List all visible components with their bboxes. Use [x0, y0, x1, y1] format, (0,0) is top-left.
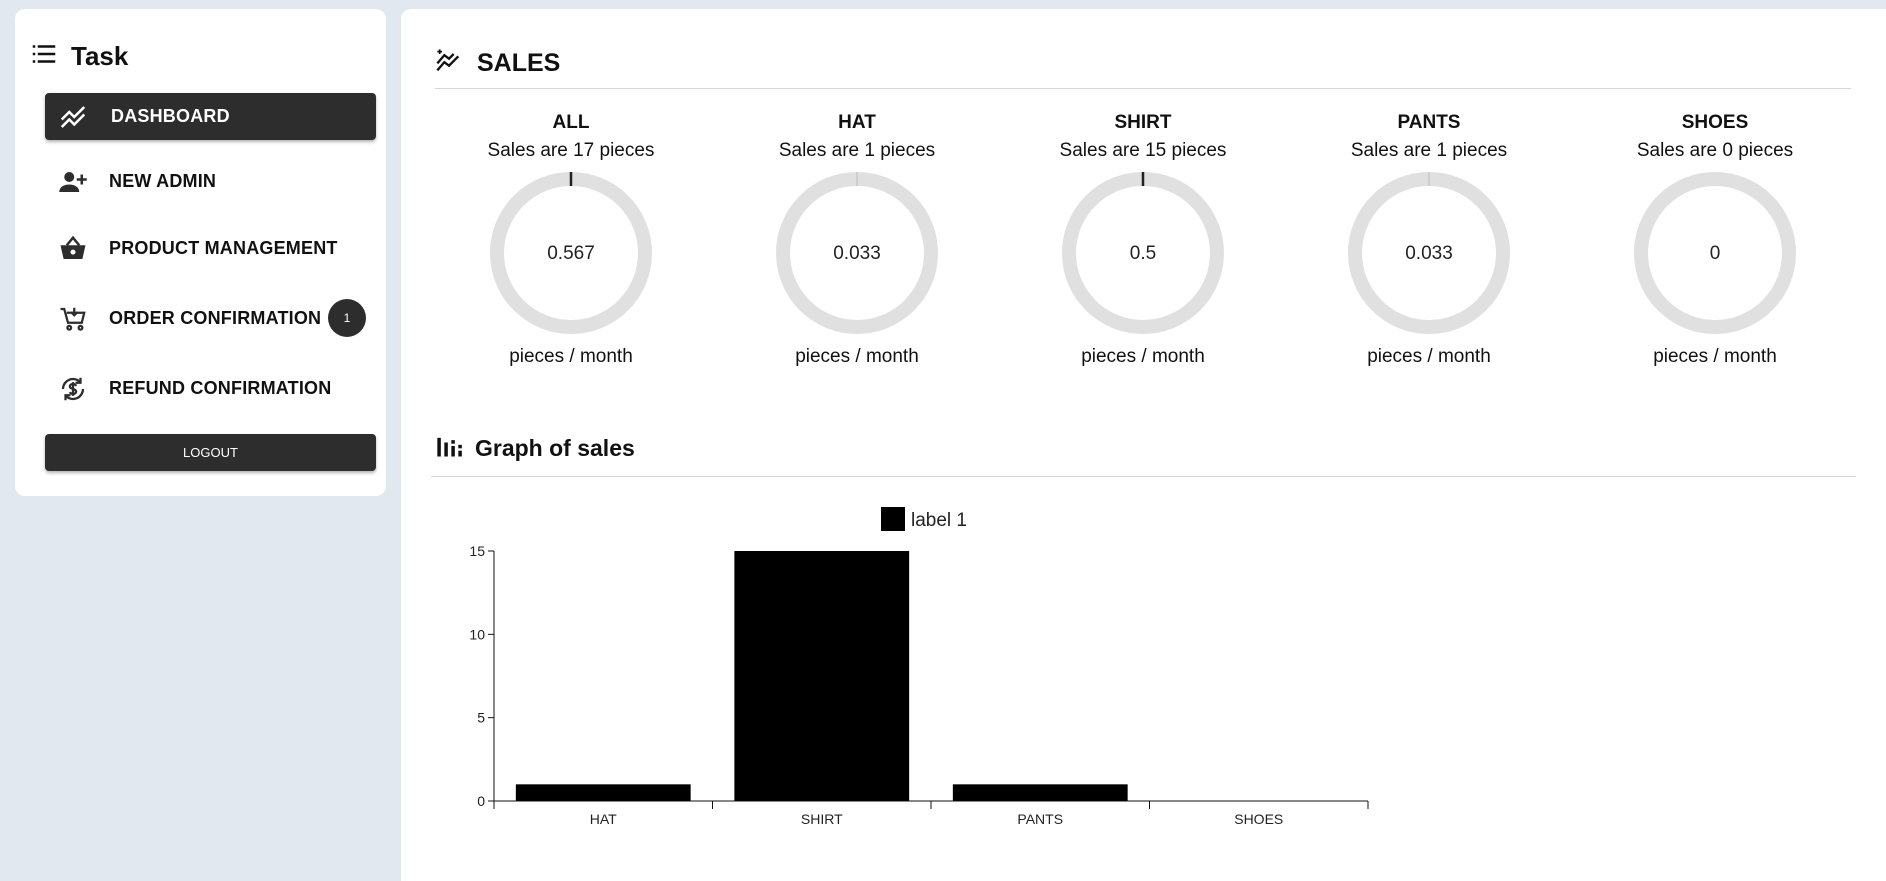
- y-tick-label: 10: [469, 626, 485, 642]
- gauge-ring: 0.567: [490, 172, 652, 334]
- bar-shirt: [734, 551, 910, 801]
- logout-button[interactable]: LOGOUT: [45, 434, 376, 471]
- gauge-ring: 0: [1634, 172, 1796, 334]
- y-tick-label: 5: [477, 710, 485, 726]
- x-tick-label: PANTS: [1017, 811, 1063, 827]
- gauge-unit: pieces / month: [1653, 346, 1777, 367]
- trending-icon: [53, 97, 93, 137]
- gauge-value: 0.567: [547, 243, 595, 264]
- gauge-ring: 0.5: [1062, 172, 1224, 334]
- gauge-unit: pieces / month: [1081, 346, 1205, 367]
- x-tick-label: SHIRT: [801, 811, 843, 827]
- bar-pants: [952, 784, 1128, 801]
- refund-icon: [53, 369, 93, 409]
- gauge-shoes: SHOES Sales are 0 pieces 0 pieces / month: [1595, 112, 1835, 368]
- nav-item-label: REFUND CONFIRMATION: [109, 378, 332, 398]
- sales-title: SALES: [477, 49, 561, 77]
- y-tick-label: 15: [469, 543, 485, 559]
- x-tick-label: SHOES: [1234, 811, 1283, 827]
- nav-item-refund-confirmation[interactable]: REFUND CONFIRMATION: [45, 365, 376, 412]
- gauge-ring: 0.033: [1348, 172, 1510, 334]
- nav-item-label: DASHBOARD: [111, 106, 230, 126]
- nav-item-label: NEW ADMIN: [109, 171, 217, 191]
- order-count-badge: 1: [328, 299, 366, 337]
- nav-item-label: ORDER CONFIRMATION: [109, 308, 322, 328]
- nav-item-dashboard[interactable]: DASHBOARD: [45, 93, 376, 140]
- sparkle-chart-icon: [435, 47, 463, 80]
- bar-chart-icon: [435, 432, 463, 465]
- gauge-shirt: SHIRT Sales are 15 pieces 0.5 pieces / mont…: [1023, 112, 1263, 368]
- gauge-value: 0: [1710, 243, 1721, 264]
- gauge-all: ALL Sales are 17 pieces 0.567 pieces / mont…: [451, 112, 691, 368]
- gauge-name: HAT: [838, 112, 876, 133]
- legend-label: label 1: [911, 510, 967, 531]
- graph-title: Graph of sales: [475, 435, 635, 461]
- nav-item-new-admin[interactable]: NEW ADMIN: [45, 158, 376, 205]
- sales-header: SALES: [435, 47, 560, 80]
- gauge-unit: pieces / month: [509, 346, 633, 367]
- gauge-unit: pieces / month: [795, 346, 919, 367]
- x-tick-label: HAT: [590, 811, 617, 827]
- person-add-icon: [53, 162, 93, 202]
- gauge-name: ALL: [552, 112, 590, 133]
- sidebar-title: Task: [71, 41, 129, 71]
- sidebar: Task DASHBOARD NEW ADMIN PRODUCT MANAGEM…: [15, 9, 386, 496]
- gauge-subtitle: Sales are 1 pieces: [778, 140, 936, 161]
- y-tick-label: 0: [477, 793, 485, 809]
- legend-swatch: [881, 507, 905, 531]
- gauge-unit: pieces / month: [1367, 346, 1491, 367]
- gauge-hat: HAT Sales are 1 pieces 0.033 pieces / month: [737, 112, 977, 368]
- gauge-name: PANTS: [1397, 112, 1461, 133]
- gauge-subtitle: Sales are 0 pieces: [1636, 140, 1794, 161]
- cart-icon: [53, 299, 93, 339]
- gauge-value: 0.033: [833, 243, 881, 264]
- gauge-name: SHIRT: [1114, 112, 1172, 133]
- list-icon[interactable]: [29, 39, 59, 74]
- sales-bar-chart: label 1 0 5 10 15 HAT SHIRT PANTS SHOES: [469, 507, 1369, 827]
- gauge-value: 0.033: [1405, 243, 1453, 264]
- sales-divider: [435, 88, 1851, 89]
- nav-item-label: PRODUCT MANAGEMENT: [109, 238, 338, 258]
- basket-icon: [53, 229, 93, 269]
- gauge-value: 0.5: [1130, 243, 1156, 264]
- gauge-subtitle: Sales are 1 pieces: [1350, 140, 1508, 161]
- graph-divider: [431, 476, 1856, 477]
- nav-item-product-management[interactable]: PRODUCT MANAGEMENT: [45, 225, 376, 272]
- gauge-subtitle: Sales are 17 pieces: [487, 140, 655, 161]
- gauge-pants: PANTS Sales are 1 pieces 0.033 pieces / mon…: [1309, 112, 1549, 368]
- gauge-name: SHOES: [1681, 112, 1749, 133]
- nav-item-order-confirmation[interactable]: ORDER CONFIRMATION 1: [45, 295, 376, 342]
- sidebar-header: Task: [29, 39, 128, 74]
- gauge-ring: 0.033: [776, 172, 938, 334]
- graph-header: Graph of sales: [435, 432, 635, 465]
- gauge-subtitle: Sales are 15 pieces: [1059, 140, 1227, 161]
- bar-hat: [515, 784, 691, 801]
